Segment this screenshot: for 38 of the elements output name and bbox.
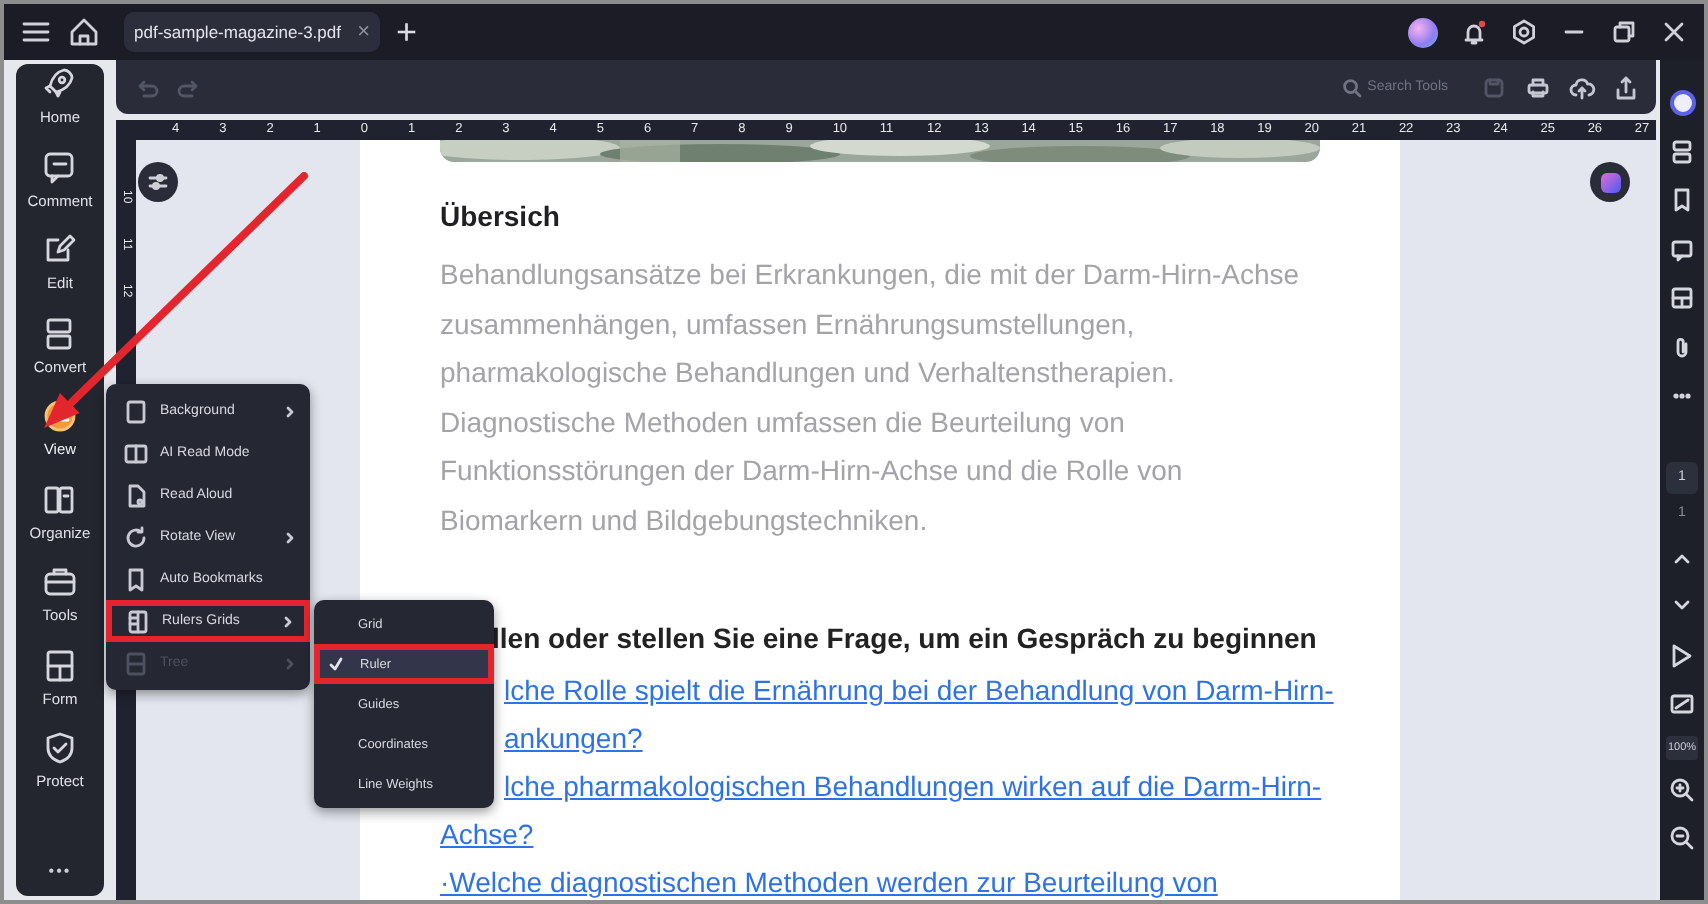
section-heading: Übersich xyxy=(440,200,562,232)
ai-logo-icon xyxy=(1599,171,1621,193)
thumbnails-icon xyxy=(1668,284,1696,313)
assistant-button[interactable] xyxy=(1590,162,1630,202)
restore-icon xyxy=(1610,18,1638,46)
cursor-icon xyxy=(1668,641,1696,670)
page-icon xyxy=(122,397,150,425)
question-link[interactable]: ·Welche diagnostischen Methoden werden zur Beurteilung von xyxy=(440,858,1218,900)
save-icon xyxy=(1480,73,1508,101)
book-icon xyxy=(122,439,150,467)
avatar-icon[interactable] xyxy=(1408,17,1438,47)
new-tab-button[interactable]: + xyxy=(396,14,418,50)
question-link[interactable]: lche pharmakologischen Behandlungen wirken auf die Darm-Hirn- xyxy=(504,761,1322,811)
prompt-heading: llen oder stellen Sie eine Frage, um ein Gespräch zu beginnen xyxy=(490,621,1319,654)
close-icon xyxy=(1660,18,1688,46)
search-icon xyxy=(1341,77,1362,97)
document-tab[interactable]: pdf-sample-magazine-3.pdf × xyxy=(124,12,380,52)
more-button[interactable]: ••• xyxy=(48,862,72,880)
comment-icon xyxy=(1668,235,1696,264)
print-icon xyxy=(1524,73,1552,101)
question-link[interactable]: lche Rolle spielt die Ernährung bei der Behandlung von Darm-Hirn- xyxy=(504,665,1334,714)
question-link[interactable]: ankungen? xyxy=(504,713,643,762)
question-link[interactable]: Achse? xyxy=(440,810,534,859)
zoom-in-icon xyxy=(1668,775,1696,804)
notification-icon xyxy=(1460,18,1488,46)
zoom-out-icon xyxy=(1668,824,1696,853)
sliders-icon xyxy=(146,170,170,194)
adjust-button[interactable] xyxy=(138,162,178,202)
settings-icon xyxy=(1510,18,1538,46)
body-paragraph: Behandlungsansätze bei Erkrankungen, die mit der Darm-Hirn-Achse zusammenhängen, umfassen Ernährungsumstellungen, pharmakologische Behandlungen und Verhaltenstherapien. Diagnostische Methoden umfassen die Beurteilung von Funktionsstörungen der Darm-Hirn-Achse und die Rolle von Biomarkern und Bildgebungstechniken. xyxy=(440,256,1302,540)
rotate-icon xyxy=(122,523,150,551)
screenshot-icon xyxy=(1668,690,1696,719)
tab-close[interactable]: × xyxy=(357,20,370,44)
cloud-upload-icon xyxy=(1568,73,1596,101)
layout-icon xyxy=(1668,137,1696,166)
share-icon xyxy=(1612,73,1640,101)
tab-title: pdf-sample-magazine-3.pdf xyxy=(134,22,341,42)
checkmark-icon xyxy=(328,656,344,672)
